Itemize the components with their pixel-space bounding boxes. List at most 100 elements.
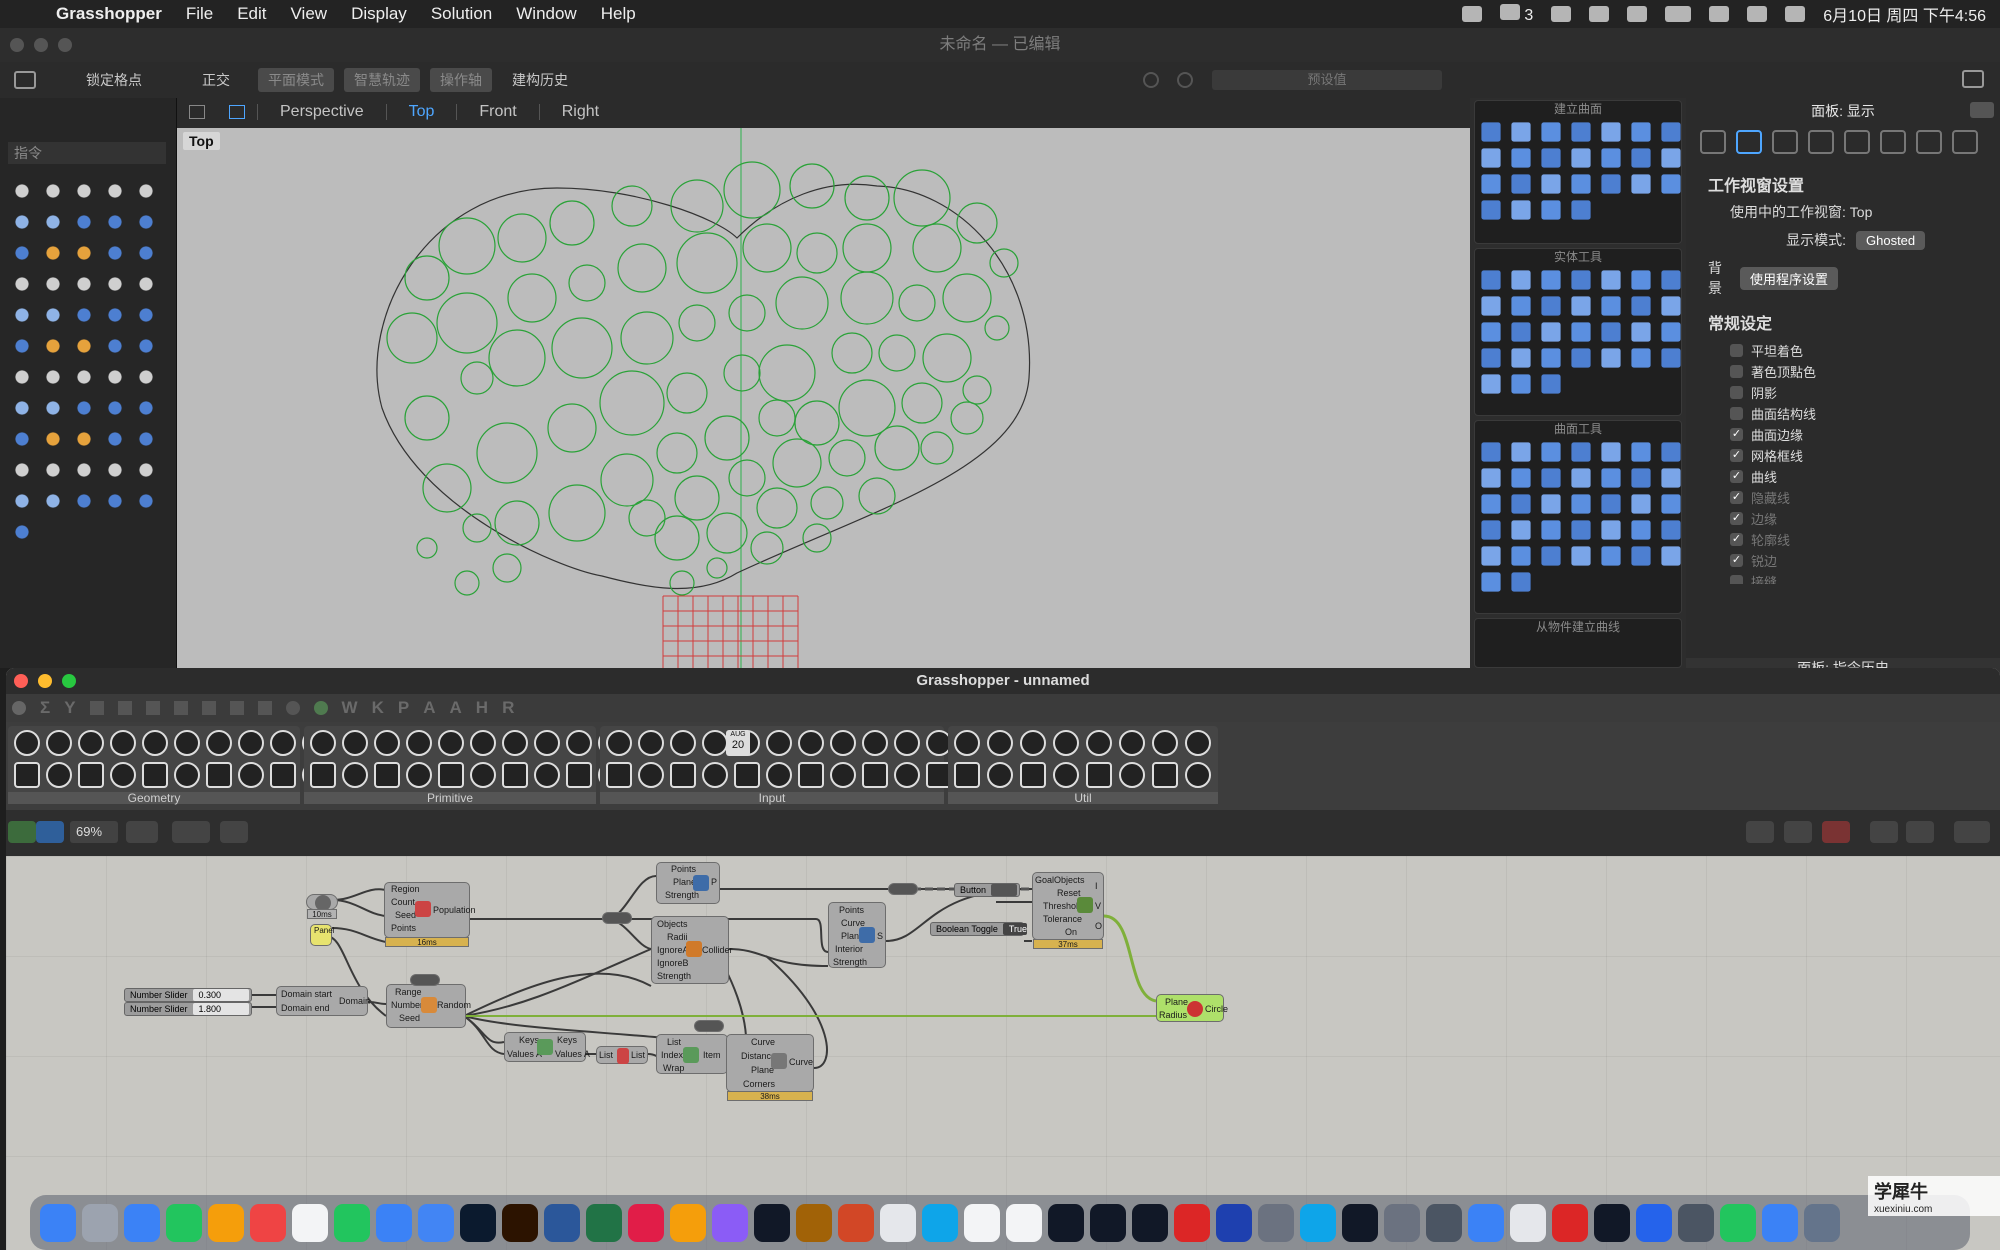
checkbox-checked-icon[interactable]: ✓: [1730, 533, 1743, 546]
rhino-tool-icon[interactable]: [132, 362, 160, 392]
palette-tool-icon[interactable]: [1601, 174, 1621, 194]
top-viewport[interactable]: Top: [177, 128, 1470, 668]
palette-tool-icon[interactable]: [1601, 442, 1621, 462]
preset-selector[interactable]: 预设值: [1212, 70, 1442, 90]
rhino-tool-icon[interactable]: [70, 207, 98, 237]
palette-tool-icon[interactable]: [1601, 148, 1621, 168]
component-icon[interactable]: [110, 730, 136, 756]
tab-vector-icon[interactable]: [89, 701, 104, 715]
palette-tool-icon[interactable]: [1541, 200, 1561, 220]
palette-tool-icon[interactable]: [1481, 174, 1501, 194]
gumball-button[interactable]: 操作轴: [430, 68, 492, 92]
timer-component[interactable]: 10ms: [306, 894, 338, 919]
component-icon[interactable]: [1086, 762, 1112, 788]
component-icon[interactable]: [174, 762, 200, 788]
component-icon[interactable]: [310, 730, 336, 756]
palette-tool-icon[interactable]: [1481, 468, 1501, 488]
palette-tool-icon[interactable]: [1601, 348, 1621, 368]
number-slider-1[interactable]: Number Slider 0.300: [124, 988, 252, 1002]
component-icon[interactable]: [894, 730, 920, 756]
palette-tool-icon[interactable]: [1631, 322, 1651, 342]
component-icon[interactable]: [78, 730, 104, 756]
dock-app-icon[interactable]: [502, 1203, 538, 1242]
palette-tool-icon[interactable]: [1571, 520, 1591, 540]
input-method-icon[interactable]: [1589, 6, 1610, 22]
tab-kangaroo-icon[interactable]: [313, 701, 328, 715]
dock-app-icon[interactable]: [1048, 1203, 1084, 1242]
wire-relay[interactable]: [410, 974, 440, 986]
checkbox-checked-icon[interactable]: ✓: [1730, 554, 1743, 567]
menu-app-name[interactable]: Grasshopper: [44, 4, 174, 24]
component-icon[interactable]: [566, 762, 592, 788]
rhino-tool-icon[interactable]: [132, 486, 160, 516]
menu-view[interactable]: View: [279, 4, 340, 24]
tab-h[interactable]: H: [476, 698, 488, 718]
display-mode-select[interactable]: Ghosted: [1856, 230, 1926, 250]
tab-display-icon[interactable]: [257, 701, 272, 715]
files-panel-icon[interactable]: [1916, 130, 1942, 154]
palette-tool-icon[interactable]: [1541, 122, 1561, 142]
tab-r[interactable]: R: [502, 698, 514, 718]
single-view-layout-icon[interactable]: [229, 105, 245, 119]
checkbox-checked-icon[interactable]: ✓: [1730, 491, 1743, 504]
new-document-icon[interactable]: [8, 821, 36, 843]
component-icon[interactable]: [470, 762, 496, 788]
circle-component[interactable]: Plane Radius Circle: [1156, 994, 1228, 1022]
rhino-tool-icon[interactable]: [70, 176, 98, 206]
palette-tool-icon[interactable]: [1541, 148, 1561, 168]
palette-tool-icon[interactable]: [1601, 468, 1621, 488]
setting-checkbox-row[interactable]: 曲面结构线: [1686, 403, 2000, 424]
checkbox-checked-icon[interactable]: ✓: [1730, 470, 1743, 483]
tab-sets[interactable]: Y: [64, 698, 75, 718]
palette-tool-icon[interactable]: [1661, 468, 1681, 488]
rhino-tool-icon[interactable]: [101, 207, 129, 237]
dock-app-icon[interactable]: [334, 1203, 370, 1242]
tab-curve-icon[interactable]: [117, 701, 132, 715]
setting-checkbox-row[interactable]: 阴影: [1686, 382, 2000, 403]
dock-app-icon[interactable]: [1384, 1203, 1420, 1242]
rhino-tool-icon[interactable]: [132, 176, 160, 206]
dock-app-icon[interactable]: [1594, 1203, 1630, 1242]
palette-tool-icon[interactable]: [1511, 468, 1531, 488]
palette-tool-icon[interactable]: [1601, 322, 1621, 342]
rhino-tool-icon[interactable]: [8, 238, 36, 268]
date-picker-icon[interactable]: AUG 20: [726, 730, 750, 756]
rhino-tool-icon[interactable]: [101, 362, 129, 392]
palette-tool-icon[interactable]: [1631, 122, 1651, 142]
rhino-tool-icon[interactable]: [70, 362, 98, 392]
component-icon[interactable]: [638, 730, 664, 756]
palette-tool-icon[interactable]: [1631, 468, 1651, 488]
palette-tool-icon[interactable]: [1511, 174, 1531, 194]
dock-app-icon[interactable]: [1426, 1203, 1462, 1242]
rhino-tool-icon[interactable]: [8, 362, 36, 392]
dock-app-icon[interactable]: [838, 1203, 874, 1242]
rhino-tool-icon[interactable]: [101, 300, 129, 330]
rhino-close-button[interactable]: [10, 38, 24, 52]
component-icon[interactable]: [954, 730, 980, 756]
palette-tool-icon[interactable]: [1571, 296, 1591, 316]
wire-relay[interactable]: [888, 883, 918, 895]
dock-app-icon[interactable]: [292, 1203, 328, 1242]
palette-tool-icon[interactable]: [1511, 572, 1531, 592]
preview-mesh-icon[interactable]: [1870, 821, 1898, 843]
setting-checkbox-row[interactable]: ✓ 曲线: [1686, 466, 2000, 487]
zoom-level[interactable]: 69%: [70, 821, 118, 843]
dock-app-icon[interactable]: [460, 1203, 496, 1242]
offset-curve-component[interactable]: Curve Distance Plane Corners Curve 38ms: [726, 1034, 814, 1101]
palette-tool-icon[interactable]: [1511, 546, 1531, 566]
menu-clock[interactable]: 6月10日 周四 下午4:56: [1823, 2, 1986, 26]
checkbox-unchecked-icon[interactable]: [1730, 365, 1743, 378]
dock-app-icon[interactable]: [922, 1203, 958, 1242]
rhino-tool-icon[interactable]: [70, 424, 98, 454]
component-icon[interactable]: [1020, 730, 1046, 756]
dock-app-icon[interactable]: [1090, 1203, 1126, 1242]
component-icon[interactable]: [862, 730, 888, 756]
palette-tool-icon[interactable]: [1571, 322, 1591, 342]
rhino-tool-icon[interactable]: [101, 269, 129, 299]
preview-color-icon[interactable]: [1906, 821, 1934, 843]
component-icon[interactable]: [954, 762, 980, 788]
component-icon[interactable]: [1152, 762, 1178, 788]
tab-a2[interactable]: A: [450, 698, 462, 718]
palette-tool-icon[interactable]: [1511, 122, 1531, 142]
palette-tool-icon[interactable]: [1511, 374, 1531, 394]
